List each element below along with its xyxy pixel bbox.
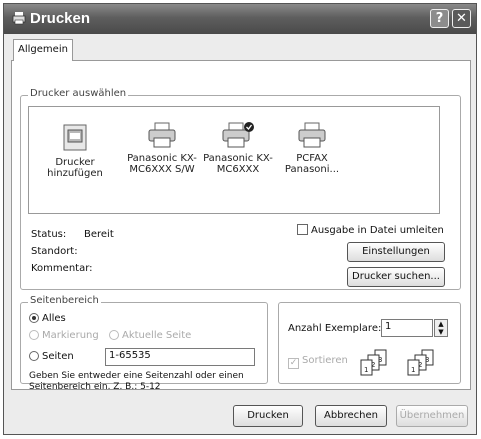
- printer-name: Drucker hinzufügen: [47, 157, 103, 179]
- copies-input[interactable]: 1: [381, 319, 433, 337]
- printer-item-add[interactable]: Drucker hinzufügen: [33, 121, 117, 179]
- printer-item-pcfax[interactable]: PCFAX Panasoni...: [277, 121, 347, 175]
- print-to-file-checkbox[interactable]: Ausgabe in Datei umleiten: [297, 224, 444, 236]
- settings-button[interactable]: Einstellungen: [347, 242, 445, 262]
- page-range-hint: Geben Sie entweder eine Seitenzahl oder …: [29, 371, 244, 392]
- print-to-file-label: Ausgabe in Datei umleiten: [311, 225, 444, 236]
- collate-label: Sortieren: [302, 355, 348, 366]
- help-button[interactable]: ?: [430, 9, 449, 28]
- radio-selection-label: Markierung: [42, 330, 99, 341]
- printer-name: Panasonic KX-MC6XXX: [203, 153, 273, 175]
- printer-title-icon: [12, 12, 26, 25]
- tab-general[interactable]: Allgemein: [13, 39, 73, 61]
- add-printer-icon: [63, 124, 87, 151]
- svg-text:1: 1: [411, 366, 415, 374]
- radio-pages[interactable]: Seiten: [29, 351, 74, 362]
- radio-all-label: Alles: [42, 313, 66, 324]
- apply-button: Übernehmen: [396, 405, 468, 427]
- print-dialog: Drucken ? ✕ Allgemein Drucker auswählen …: [3, 3, 477, 435]
- window-title: Drucken: [30, 10, 91, 27]
- location-label: Standort:: [31, 246, 78, 257]
- printer-select-group: Drucker auswählen Drucker hinzufügen Pan…: [20, 88, 461, 290]
- printer-group-legend: Drucker auswählen: [28, 88, 129, 99]
- cancel-button[interactable]: Abbrechen: [315, 405, 387, 427]
- copies-group: Anzahl Exemplare: 1 ▲ ▼ ✓ Sortieren 3 2 1 …: [278, 302, 461, 384]
- pages-input[interactable]: 1-65535: [105, 348, 255, 366]
- printer-name: Panasonic KX-MC6XXX S/W: [127, 153, 197, 175]
- radio-all[interactable]: Alles: [29, 313, 66, 324]
- radio-all-button[interactable]: [29, 313, 39, 323]
- page-range-legend: Seitenbereich: [28, 295, 101, 306]
- copies-spinner[interactable]: ▲ ▼: [434, 319, 448, 337]
- title-bar: Drucken ? ✕: [4, 4, 476, 34]
- status-value: Bereit: [84, 229, 114, 240]
- find-printer-button[interactable]: Drucker suchen...: [347, 267, 445, 287]
- fax-printer-icon: [298, 122, 326, 148]
- collate-pages-icon: 3 2 1 3 2 1: [360, 349, 434, 376]
- printer-item-panasonic-sw[interactable]: Panasonic KX-MC6XXX S/W: [127, 121, 197, 175]
- radio-current-page-label: Aktuelle Seite: [122, 330, 192, 341]
- collate-checkbox: ✓ Sortieren: [288, 355, 348, 369]
- printer-list[interactable]: Drucker hinzufügen Panasonic KX-MC6XXX S…: [28, 106, 440, 214]
- radio-selection: Markierung: [29, 330, 99, 341]
- print-button[interactable]: Drucken: [233, 405, 303, 427]
- radio-current-page-button: [109, 330, 119, 340]
- page-range-group: Seitenbereich Alles Markierung Aktuelle …: [20, 295, 268, 392]
- radio-selection-button: [29, 330, 39, 340]
- printer-item-panasonic[interactable]: Panasonic KX-MC6XXX: [203, 121, 273, 175]
- tab-panel: Drucker auswählen Drucker hinzufügen Pan…: [11, 60, 471, 392]
- radio-current-page: Aktuelle Seite: [109, 330, 191, 341]
- close-button[interactable]: ✕: [452, 9, 471, 28]
- printer-icon: [148, 122, 176, 148]
- comment-label: Kommentar:: [31, 263, 93, 274]
- print-to-file-box[interactable]: [297, 224, 308, 235]
- radio-pages-button[interactable]: [29, 351, 39, 361]
- printer-name: PCFAX Panasoni...: [284, 153, 340, 175]
- default-printer-icon: [222, 122, 254, 148]
- status-label: Status:: [31, 229, 67, 240]
- svg-text:1: 1: [364, 366, 368, 374]
- collate-box: ✓: [288, 358, 299, 369]
- radio-pages-label: Seiten: [42, 351, 74, 362]
- copies-label: Anzahl Exemplare:: [288, 323, 382, 334]
